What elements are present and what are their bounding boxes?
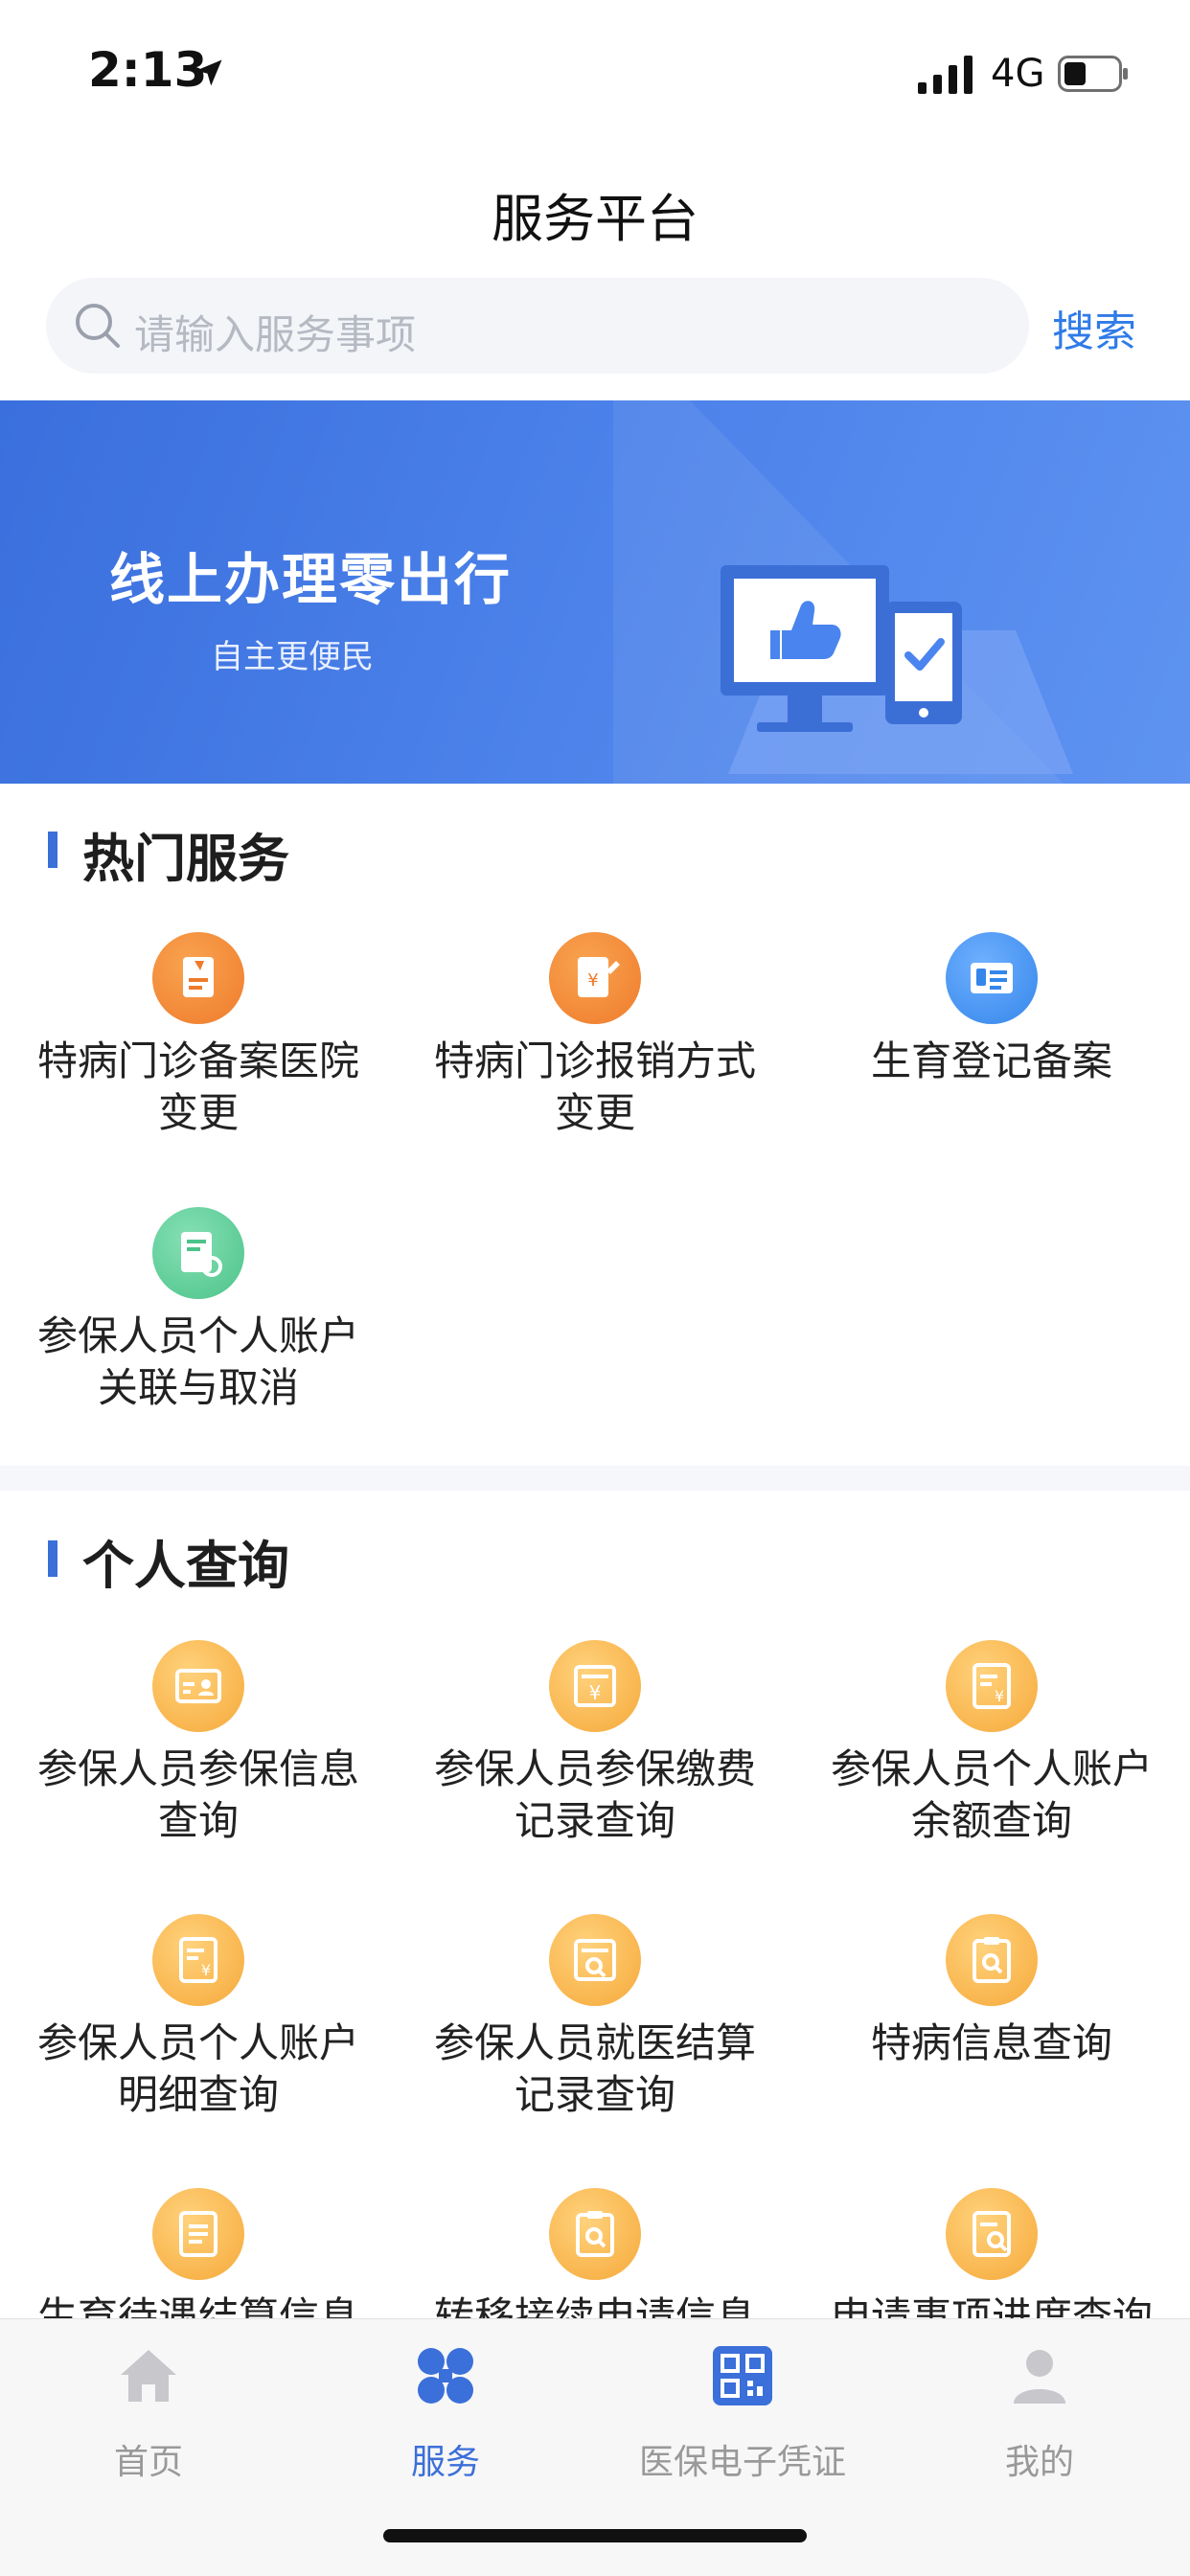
detail-icon: ¥ (152, 1914, 244, 2006)
tab-label-services: 服务 (410, 2443, 480, 2482)
list-icon (152, 2188, 244, 2280)
tab-profile[interactable]: 我的 (891, 2338, 1188, 2501)
svg-text:¥: ¥ (201, 1961, 211, 1979)
page-title: 服务平台 (492, 189, 698, 249)
svg-text:¥: ¥ (589, 1681, 602, 1704)
tab-home[interactable]: 首页 (0, 2338, 297, 2501)
status-time: 2:13 (88, 42, 208, 98)
banner-title: 线上办理零出行 (109, 547, 513, 612)
promo-banner[interactable]: 线上办理零出行 自主更便民 (0, 400, 1190, 784)
services-icon (418, 2348, 473, 2404)
search-button[interactable]: 搜索 (1052, 297, 1136, 358)
tile-label-line1: 生育登记备案 (870, 1037, 1112, 1084)
hot-services-title: 热门服务 (82, 829, 289, 889)
clipboard-search-icon (549, 2188, 641, 2280)
link-document-icon (152, 1207, 244, 1299)
tile-label-line2: 变更 (554, 1089, 635, 1136)
qr-code-icon (713, 2346, 772, 2405)
banner-subtitle: 自主更便民 (211, 638, 374, 676)
tile-label-line2: 记录查询 (514, 2071, 675, 2118)
card-user-icon (152, 1640, 244, 1732)
tab-label-medical-e-voucher: 医保电子凭证 (638, 2443, 846, 2482)
home-icon (121, 2350, 176, 2402)
tile-label-line1: 特病门诊报销方式 (433, 1037, 756, 1084)
computer-thumbs-up-illustration (613, 400, 1073, 784)
tile-label-line2: 查询 (157, 1797, 239, 1844)
svg-text:¥: ¥ (587, 970, 598, 991)
balance-icon: ¥ (946, 1640, 1038, 1732)
tab-medical-e-voucher[interactable]: 医保电子凭证 (594, 2338, 891, 2501)
tile-label-line1: 特病门诊备案医院 (36, 1037, 359, 1084)
home-indicator[interactable] (383, 2529, 807, 2542)
tile-label-line1: 参保人员参保缴费 (433, 1745, 756, 1792)
profile-icon (1014, 2350, 1065, 2404)
reimbursement-icon: ¥ (549, 932, 641, 1024)
tile-label-line1: 参保人员个人账户 (36, 1312, 359, 1359)
tab-services[interactable]: 服务 (297, 2338, 594, 2501)
hot-services-accent-bar (48, 832, 57, 868)
battery-icon (1058, 56, 1128, 92)
tile-label-line2: 关联与取消 (97, 1364, 299, 1411)
tile-label-line2: 明细查询 (117, 2071, 279, 2118)
document-icon (152, 932, 244, 1024)
tile-label-line1: 特病信息查询 (870, 2019, 1112, 2066)
network-type: 4G (991, 52, 1045, 96)
search-icon (76, 304, 120, 348)
tile-label-line2: 变更 (157, 1089, 239, 1136)
search-input[interactable]: 请输入服务事项 (46, 278, 1029, 374)
payment-icon: ¥ (549, 1640, 641, 1732)
search-placeholder: 请输入服务事项 (134, 311, 417, 358)
svg-text:¥: ¥ (995, 1687, 1004, 1705)
tile-label-line2: 记录查询 (514, 1797, 675, 1844)
id-card-icon (946, 932, 1038, 1024)
section-divider (0, 1466, 1190, 1491)
cellular-signal-icon (918, 56, 973, 94)
tile-label-line1: 参保人员参保信息 (36, 1745, 359, 1792)
tile-label-line1: 参保人员个人账户 (830, 1745, 1153, 1792)
clipboard-search-icon (946, 1914, 1038, 2006)
tab-label-profile: 我的 (1004, 2443, 1074, 2482)
location-arrow-icon (195, 59, 222, 86)
tile-label-line1: 参保人员就医结算 (433, 2019, 756, 2066)
search-record-icon (549, 1914, 641, 2006)
personal-query-title: 个人查询 (82, 1536, 289, 1596)
progress-search-icon (946, 2188, 1038, 2280)
personal-query-accent-bar (48, 1540, 57, 1577)
tile-label-line1: 参保人员个人账户 (36, 2019, 359, 2066)
status-bar: 2:13 4G (0, 0, 1190, 144)
tab-label-home: 首页 (113, 2443, 183, 2482)
tile-label-line2: 余额查询 (910, 1797, 1072, 1844)
